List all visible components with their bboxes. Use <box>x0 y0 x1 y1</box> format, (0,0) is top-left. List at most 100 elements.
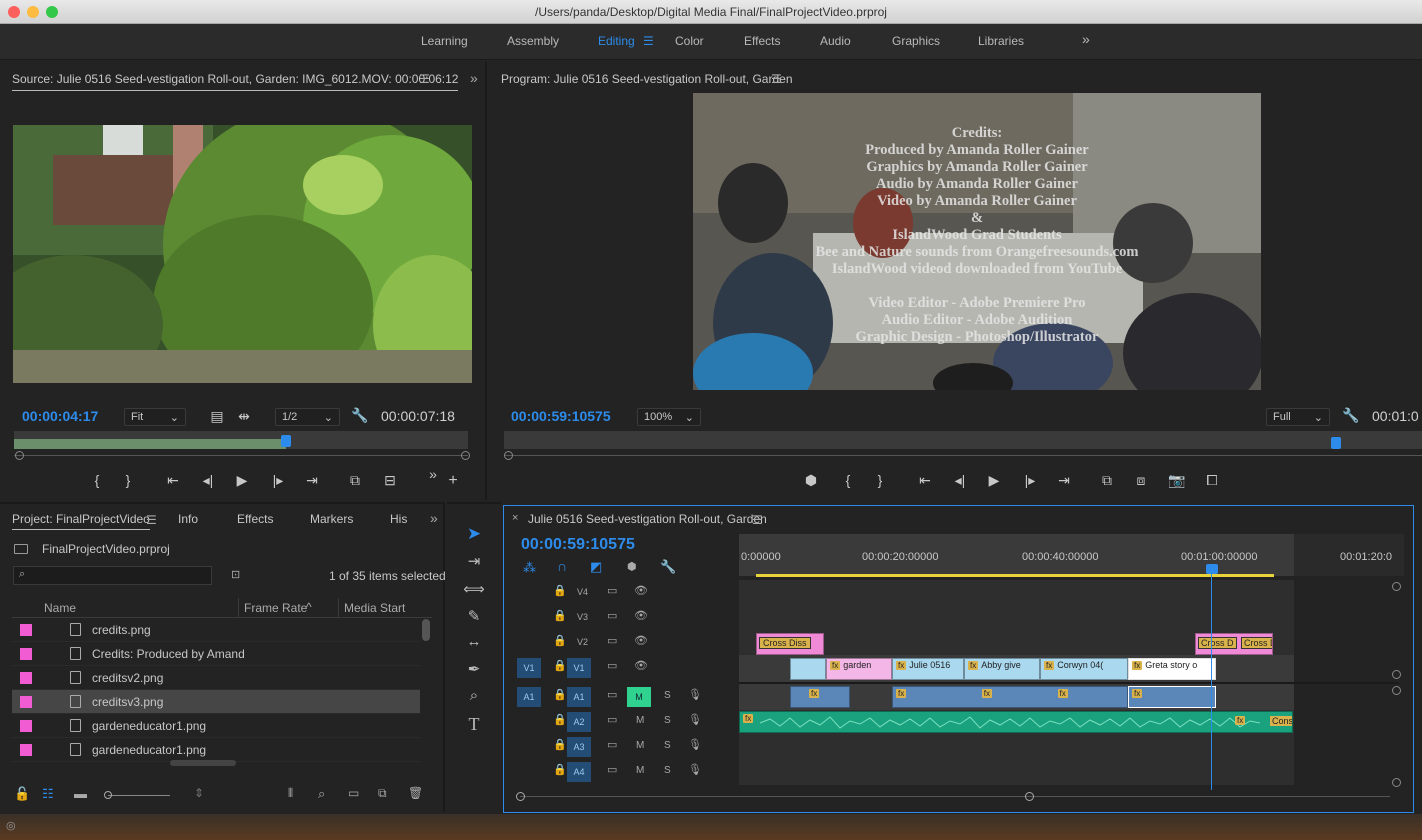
label-color-swatch[interactable] <box>20 744 32 756</box>
workspace-graphics[interactable]: Graphics <box>892 34 940 48</box>
sync-lock-icon[interactable]: ▭ <box>607 688 617 701</box>
audio-scroll-handle[interactable] <box>1392 778 1401 787</box>
workspace-libraries[interactable]: Libraries <box>978 34 1024 48</box>
type-tool-icon[interactable]: T <box>463 714 485 736</box>
extract-icon[interactable]: ⧈ <box>1130 472 1152 489</box>
audio-scroll-handle[interactable] <box>1392 686 1401 695</box>
cross-dissolve-transition[interactable]: Cross D <box>1198 637 1237 649</box>
find-icon[interactable]: ⌕ <box>318 786 325 802</box>
column-frame-rate[interactable]: Frame Rate <box>244 601 307 615</box>
label-color-swatch[interactable] <box>20 696 32 708</box>
microphone-icon[interactable]: 🎙 <box>688 738 702 751</box>
sync-lock-icon[interactable]: ▭ <box>607 763 617 776</box>
solo-a3-button[interactable]: S <box>664 740 671 751</box>
mute-a3-button[interactable]: M <box>636 740 644 751</box>
label-color-swatch[interactable] <box>20 624 32 636</box>
list-item[interactable]: gardeneducator1.png <box>12 714 420 738</box>
mark-in-icon[interactable]: { <box>86 472 108 488</box>
hand-tool-icon[interactable]: ⌕ <box>463 687 485 709</box>
source-expand-icon[interactable]: » <box>470 70 478 86</box>
lock-icon[interactable]: 🔒 <box>553 584 567 597</box>
v2-clip-credits[interactable]: Cross Diss <box>756 633 824 655</box>
eye-icon[interactable]: 👁 <box>634 609 648 622</box>
lock-icon[interactable]: 🔒 <box>553 688 567 701</box>
wrench-icon[interactable]: 🔧 <box>1340 407 1362 424</box>
sync-lock-icon[interactable]: ▭ <box>607 584 617 597</box>
eye-icon[interactable]: 👁 <box>634 634 648 647</box>
a1-clip[interactable]: fx <box>790 686 850 708</box>
go-to-out-icon[interactable]: ⇥ <box>301 472 323 489</box>
constant-power-transition[interactable]: Cons <box>1270 716 1292 726</box>
mute-a2-button[interactable]: M <box>636 715 644 726</box>
tab-history[interactable]: His <box>390 512 407 526</box>
program-zoom-handle-left[interactable] <box>504 451 513 460</box>
lock-icon[interactable]: 🔒 <box>553 609 567 622</box>
program-time-ruler[interactable] <box>504 431 1422 449</box>
wrench-icon[interactable]: 🔧 <box>349 407 371 424</box>
source-time-ruler[interactable] <box>14 431 468 449</box>
track-target-a3[interactable]: A3 <box>567 737 591 757</box>
automate-to-sequence-icon[interactable]: ⫴ <box>288 786 293 801</box>
step-back-icon[interactable]: ◂| <box>949 472 971 489</box>
settings-toggle-icon[interactable]: ▤ <box>206 408 228 425</box>
track-target-a4[interactable]: A4 <box>567 762 591 782</box>
selection-tool-icon[interactable]: ➤ <box>463 524 485 546</box>
timeline-timecode[interactable]: 00:00:59:10575 <box>521 536 635 554</box>
timeline-zoom-handle-left[interactable] <box>516 792 525 801</box>
cross-dissolve-transition[interactable]: Cross D <box>1241 637 1272 649</box>
new-bin-icon[interactable]: ▭ <box>348 786 359 800</box>
new-search-bin-icon[interactable]: ⊡ <box>231 568 240 581</box>
trash-icon[interactable]: 🗑 <box>408 786 423 800</box>
work-area-bar[interactable] <box>756 574 1274 577</box>
timeline-h-scroll[interactable] <box>520 796 1390 797</box>
overwrite-icon[interactable]: ⊟ <box>379 472 401 489</box>
track-target-v1[interactable]: V1 <box>567 658 591 678</box>
label-color-swatch[interactable] <box>20 672 32 684</box>
project-list-scrollbar[interactable] <box>422 619 430 641</box>
drop-frame-icon[interactable]: ⇹ <box>233 408 255 425</box>
list-item[interactable]: gardeneducator1.png <box>12 738 420 762</box>
tab-project[interactable]: Project: FinalProjectVideo <box>12 512 150 530</box>
add-marker-icon[interactable]: ⬢ <box>800 472 822 489</box>
a1-clip-greta[interactable]: fx <box>1128 686 1216 708</box>
project-panel-menu-icon[interactable]: ☰ <box>146 513 157 527</box>
program-quality-select[interactable]: Full ⌄ <box>1266 408 1330 426</box>
column-name[interactable]: Name <box>44 601 76 615</box>
program-playhead[interactable] <box>1331 437 1341 449</box>
workspace-effects[interactable]: Effects <box>744 34 780 48</box>
v1-clip-corwyn[interactable]: fx Corwyn 04( <box>1040 658 1128 680</box>
lock-icon[interactable]: 🔓 <box>14 786 30 802</box>
list-item[interactable]: Credits: Produced by Amand <box>12 642 420 666</box>
project-expand-icon[interactable]: » <box>430 510 438 526</box>
solo-a4-button[interactable]: S <box>664 765 671 776</box>
label-color-swatch[interactable] <box>20 648 32 660</box>
play-icon[interactable]: ▶ <box>983 472 1005 489</box>
lock-icon[interactable]: 🔒 <box>553 738 567 751</box>
workspace-assembly[interactable]: Assembly <box>507 34 559 48</box>
program-monitor-title[interactable]: Program: Julie 0516 Seed-vestigation Rol… <box>501 72 793 86</box>
program-zoom-scroll[interactable] <box>504 455 1422 456</box>
zoom-slider[interactable] <box>108 795 170 796</box>
v1-clip[interactable] <box>790 658 826 680</box>
timeline-playhead-handle[interactable] <box>1206 564 1218 574</box>
sync-lock-icon[interactable]: ▭ <box>607 609 617 622</box>
tab-markers[interactable]: Markers <box>310 512 353 526</box>
source-zoom-select[interactable]: Fit ⌄ <box>124 408 186 426</box>
video-scroll-handle[interactable] <box>1392 582 1401 591</box>
add-marker-icon[interactable]: ⬢ <box>627 560 637 573</box>
project-h-scrollbar[interactable] <box>170 760 236 766</box>
track-target-a2[interactable]: A2 <box>567 712 591 732</box>
eye-icon[interactable]: 👁 <box>634 659 648 672</box>
razor-tool-icon[interactable]: ✎ <box>463 607 485 629</box>
go-to-in-icon[interactable]: ⇤ <box>914 472 936 489</box>
more-workspaces-icon[interactable]: » <box>1082 31 1090 47</box>
label-color-swatch[interactable] <box>20 720 32 732</box>
mark-out-icon[interactable]: } <box>117 472 139 488</box>
new-item-icon[interactable]: ⧉ <box>378 786 387 801</box>
lift-icon[interactable]: ⧉ <box>1096 472 1118 489</box>
source-monitor-title[interactable]: Source: Julie 0516 Seed-vestigation Roll… <box>12 72 459 91</box>
sequence-tab[interactable]: Julie 0516 Seed-vestigation Roll-out, Ga… <box>528 512 767 526</box>
v1-clip-julie[interactable]: fx Julie 0516 <box>892 658 964 680</box>
tab-info[interactable]: Info <box>178 512 198 526</box>
workspace-learning[interactable]: Learning <box>421 34 468 48</box>
